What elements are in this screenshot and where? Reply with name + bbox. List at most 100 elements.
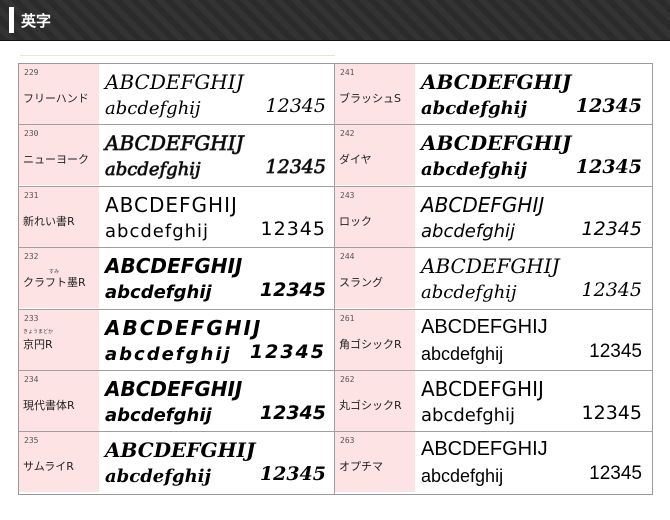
sample-digits: 12345 [260, 217, 326, 240]
sample-uppercase: ABCDEFGHIJ [421, 315, 548, 338]
header-accent-bar [9, 7, 14, 33]
font-sample-cell: 261 角ゴシックR ABCDEFGHIJ abcdefghij 12345 [335, 309, 650, 370]
font-sample-cell: 232 すみ クラフト墨R ABCDEFGHIJ abcdefghij 12345 [19, 248, 334, 309]
font-label-area: 243 ロック [335, 186, 415, 247]
font-label-area: 242 ダイヤ [335, 125, 415, 186]
font-label-area: 234 現代書体R [19, 371, 99, 431]
sample-digits: 12345 [589, 463, 642, 485]
font-sample-cell: 234 現代書体R ABCDEFGHIJ abcdefghij 12345 [19, 371, 334, 431]
sample-lowercase: abcdefghij [105, 405, 212, 426]
sample-digits: 12345 [249, 340, 326, 363]
sample-uppercase: ABCDEFGHIJ [421, 377, 544, 401]
font-name: ニューヨーク [23, 153, 89, 167]
font-sample-cell: 262 丸ゴシックR ABCDEFGHIJ abcdefghij 12345 [335, 371, 650, 431]
sample-uppercase: ABCDEFGHIJ [105, 192, 238, 217]
font-label-area: 231 新れい書R [19, 186, 99, 247]
font-sample: ABCDEFGHIJ abcdefghij 12345 [415, 64, 650, 124]
font-label-area: 244 スラング [335, 248, 415, 309]
sample-lowercase: abcdefghij [105, 159, 201, 181]
sample-digits: 12345 [265, 156, 326, 179]
font-number: 235 [24, 436, 39, 446]
font-sample-cell: 233 きょうまどか京円R ABCDEFGHIJ abcdefghij 12345 [19, 309, 334, 370]
font-sample-cell: 229 フリーハンド ABCDEFGHIJ abcdefghij 12345 [19, 64, 334, 124]
sample-digits: 12345 [259, 463, 326, 486]
font-sample: ABCDEFGHIJ abcdefghij 12345 [99, 64, 334, 124]
sample-digits: 12345 [265, 95, 326, 117]
font-number: 243 [340, 190, 355, 200]
sample-uppercase: ABCDEFGHIJ [421, 254, 560, 279]
font-sample: ABCDEFGHIJ abcdefghij 12345 [99, 432, 334, 492]
sample-lowercase: abcdefghij [105, 343, 232, 365]
sample-lowercase: abcdefghij [421, 405, 516, 426]
sample-uppercase: ABCDEFGHIJ [105, 438, 256, 463]
font-sample: ABCDEFGHIJ abcdefghij 12345 [415, 125, 650, 185]
font-name: クラフト墨R [23, 276, 86, 290]
sample-uppercase: ABCDEFGHIJ [421, 438, 548, 461]
sample-digits: 12345 [581, 217, 642, 240]
font-name: オプチマ [339, 460, 383, 474]
sample-lowercase: abcdefghij [105, 466, 212, 488]
font-number: 263 [340, 436, 355, 446]
sample-lowercase: abcdefghij [421, 220, 516, 242]
font-label-area: 263 オプチマ [335, 432, 415, 493]
font-sample-cell: 242 ダイヤ ABCDEFGHIJ abcdefghij 12345 [335, 125, 650, 186]
font-sample: ABCDEFGHIJ abcdefghij 12345 [415, 248, 650, 308]
sample-uppercase: ABCDEFGHIJ [105, 377, 243, 401]
font-name-ruby: きょうまどか [23, 328, 54, 335]
font-label-area: 262 丸ゴシックR [335, 371, 415, 431]
font-name: スラング [339, 276, 383, 290]
font-sample-cell: 243 ロック ABCDEFGHIJ abcdefghij 12345 [335, 186, 650, 247]
sample-lowercase: abcdefghij [421, 343, 504, 364]
font-number: 242 [340, 129, 355, 139]
font-label-area: 261 角ゴシックR [335, 309, 415, 370]
font-label-area: 232 すみ クラフト墨R [19, 248, 99, 309]
sample-digits: 12345 [575, 95, 642, 117]
sample-uppercase: ABCDEFGHIJ [421, 192, 545, 217]
sample-digits: 12345 [575, 156, 642, 179]
font-number: 233 [24, 313, 39, 323]
font-sample-cell: 231 新れい書R ABCDEFGHIJ abcdefghij 12345 [19, 186, 334, 247]
sample-uppercase: ABCDEFGHIJ [421, 70, 572, 94]
font-label-area: 229 フリーハンド [19, 64, 99, 124]
font-name: サムライR [23, 460, 74, 474]
sample-uppercase: ABCDEFGHIJ [105, 131, 244, 156]
sample-lowercase: abcdefghij [105, 98, 201, 119]
font-number: 232 [24, 252, 39, 262]
font-number: 261 [340, 313, 355, 323]
font-name: ロック [339, 214, 372, 228]
font-label-area: 241 ブラッシュS [335, 64, 415, 124]
sample-lowercase: abcdefghij [421, 98, 528, 119]
font-sample-cell: 230 ニューヨーク ABCDEFGHIJ abcdefghij 12345 [19, 125, 334, 186]
font-sample: ABCDEFGHIJ abcdefghij 12345 [415, 371, 650, 431]
section-title: 英字 [21, 12, 52, 30]
sample-lowercase: abcdefghij [105, 220, 210, 242]
sample-lowercase: abcdefghij [105, 282, 212, 304]
section-header: 英字 [0, 0, 670, 41]
font-number: 262 [340, 375, 355, 384]
font-sample-cell: 235 サムライR ABCDEFGHIJ abcdefghij 12345 [19, 432, 334, 493]
font-name: フリーハンド [23, 92, 89, 105]
font-number: 234 [24, 375, 39, 384]
font-sample: ABCDEFGHIJ abcdefghij 12345 [415, 187, 650, 247]
sample-uppercase: ABCDEFGHIJ [105, 315, 263, 340]
font-label-area: 235 サムライR [19, 432, 99, 493]
sample-uppercase: ABCDEFGHIJ [105, 70, 244, 94]
font-sample: ABCDEFGHIJ abcdefghij 12345 [99, 371, 334, 431]
sample-digits: 12345 [581, 279, 642, 302]
sample-digits: 12345 [581, 402, 642, 424]
font-number: 229 [24, 68, 39, 77]
font-sample: ABCDEFGHIJ abcdefghij 12345 [415, 432, 650, 492]
sample-uppercase: ABCDEFGHIJ [105, 254, 243, 279]
font-name: 現代書体R [23, 399, 75, 412]
sample-digits: 12345 [589, 340, 642, 362]
sample-digits: 12345 [259, 402, 326, 424]
divider [20, 55, 335, 56]
font-name: 京円R [23, 337, 53, 351]
font-sample-cell: 263 オプチマ ABCDEFGHIJ abcdefghij 12345 [335, 432, 650, 493]
font-name: 新れい書R [23, 214, 75, 228]
font-name: 丸ゴシックR [339, 399, 402, 412]
font-name: ダイヤ [339, 153, 372, 167]
font-sample-cell: 244 スラング ABCDEFGHIJ abcdefghij 12345 [335, 248, 650, 309]
font-sample: ABCDEFGHIJ abcdefghij 12345 [99, 310, 334, 370]
font-number: 244 [340, 252, 355, 262]
